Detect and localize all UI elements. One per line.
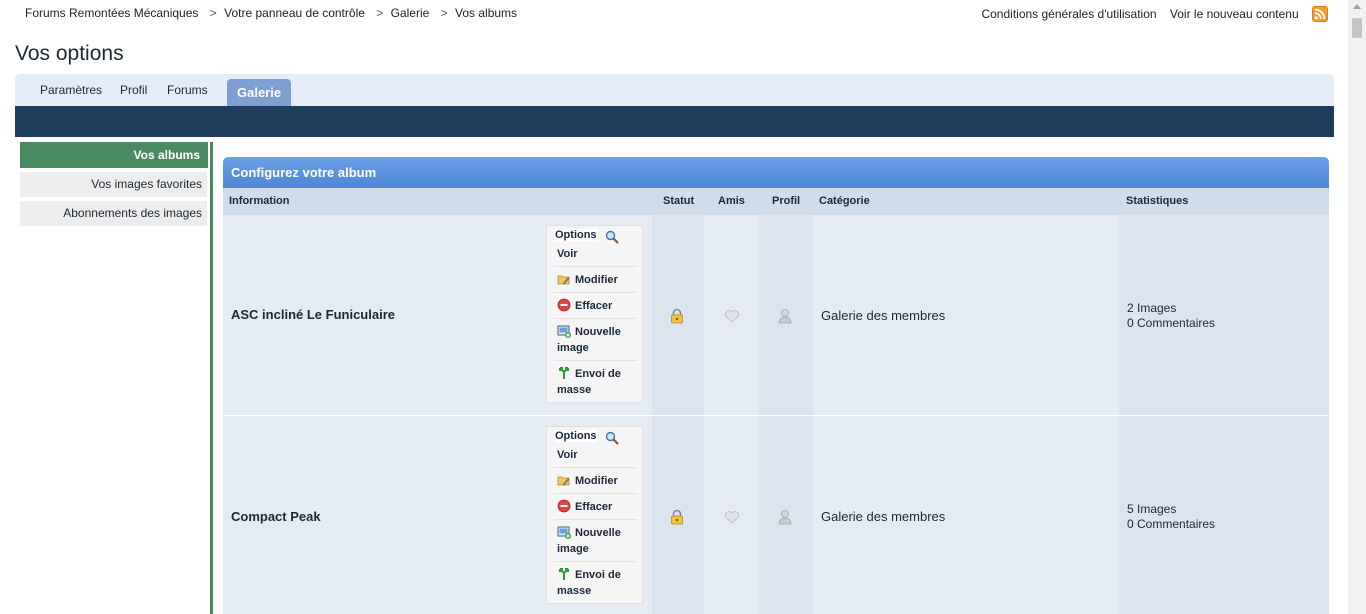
top-links: Conditions générales d'utilisation Voir … [971,6,1328,22]
options-menu: Options Voir Modifier Effacer Nouvelle im… [546,426,643,604]
lock-icon [671,509,683,525]
folder-edit-icon [557,476,570,486]
menu-new-image-label-2: image [557,342,589,354]
sidebar-item-subscriptions[interactable]: Abonnements des images [20,201,207,226]
album-category: Galerie des membres [821,509,946,524]
sidebar-rail [210,142,213,614]
album-category: Galerie des membres [821,308,946,323]
sidebar-item-vos-albums[interactable]: Vos albums [20,142,208,168]
sidebar: Vos albums Vos images favorites Abonneme… [15,137,213,614]
options-label: Options [554,430,598,442]
col-profil: Profil [772,195,801,207]
top-bar: Forums Remontées Mécaniques > Votre pann… [0,0,1348,28]
options-header[interactable]: Options [547,226,642,244]
sidebar-item-favorites[interactable]: Vos images favorites [20,172,207,197]
menu-mass-upload-label-2: masse [557,585,592,597]
album-stats: 2 Images 0 Commentaires [1127,301,1215,331]
profile-icon [778,309,792,324]
menu-item-view[interactable]: Voir [554,445,637,467]
tab-bar: Paramètres Profil Forums Galerie [15,74,1334,107]
album-comments-count: 0 Commentaires [1127,517,1216,531]
image-add-icon [557,526,571,539]
col-amis: Amis [718,195,745,207]
magnifier-icon[interactable] [605,230,619,244]
breadcrumb-separator: > [209,6,217,20]
mass-upload-icon [559,367,569,379]
menu-item-edit[interactable]: Modifier [554,266,637,292]
delete-icon [557,499,571,513]
delete-icon [557,298,571,312]
col-information: Information [229,195,290,207]
menu-view-label: Voir [557,248,578,260]
rss-icon[interactable] [1312,6,1328,22]
menu-view-label: Voir [557,449,578,461]
folder-edit-icon [557,275,570,285]
album-stats: 5 Images 0 Commentaires [1127,502,1215,532]
album-comments-count: 0 Commentaires [1127,316,1216,330]
table-row: Compact Peak Options Voir Modifier Effac… [223,416,1329,614]
panel-title: Configurez votre album [223,157,1329,188]
menu-item-mass-upload[interactable]: Envoi de masse [554,360,637,402]
options-menu: Options Voir Modifier Effacer Nouvelle im… [546,225,643,403]
page-title: Vos options [15,42,124,65]
nav-strip [15,106,1334,137]
menu-mass-upload-label-2: masse [557,384,592,396]
breadcrumb-separator: > [440,6,448,20]
lock-icon [671,308,683,324]
menu-item-delete[interactable]: Effacer [554,493,637,519]
breadcrumb-albums[interactable]: Vos albums [455,6,517,20]
album-images-count: 2 Images [1127,301,1177,315]
col-categorie: Catégorie [819,195,870,207]
menu-mass-upload-label-1: Envoi de [575,569,621,581]
menu-item-view[interactable]: Voir [554,244,637,266]
tab-galerie[interactable]: Galerie [227,79,292,107]
magnifier-icon[interactable] [605,431,619,445]
options-label: Options [554,229,598,241]
menu-new-image-label-2: image [557,543,589,555]
heart-icon [724,511,740,524]
table-header: Information Statut Amis Profil Catégorie… [223,188,1329,215]
menu-item-new-image[interactable]: Nouvelle image [554,519,637,561]
breadcrumb: Forums Remontées Mécaniques > Votre pann… [25,6,517,20]
menu-delete-label: Effacer [575,501,613,513]
profile-icon [778,510,792,525]
heart-icon [724,310,740,323]
menu-new-image-label-1: Nouvelle [575,326,621,338]
menu-edit-label: Modifier [575,274,618,286]
menu-item-mass-upload[interactable]: Envoi de masse [554,561,637,603]
tab-forums[interactable]: Forums [167,83,208,97]
breadcrumb-control-panel[interactable]: Votre panneau de contrôle [224,6,365,20]
breadcrumb-home[interactable]: Forums Remontées Mécaniques [25,6,198,20]
album-title[interactable]: ASC incliné Le Funiculaire [231,307,395,322]
menu-mass-upload-label-1: Envoi de [575,368,621,380]
scroll-thumb[interactable] [1352,18,1362,38]
options-header[interactable]: Options [547,427,642,445]
page-scrollbar[interactable] [1348,0,1366,614]
album-title[interactable]: Compact Peak [231,509,321,524]
tab-profil[interactable]: Profil [120,83,147,97]
menu-item-edit[interactable]: Modifier [554,467,637,493]
menu-item-delete[interactable]: Effacer [554,292,637,318]
menu-new-image-label-1: Nouvelle [575,527,621,539]
col-statut: Statut [663,195,695,207]
image-add-icon [557,325,571,338]
menu-edit-label: Modifier [575,475,618,487]
menu-delete-label: Effacer [575,300,613,312]
tab-parametres[interactable]: Paramètres [40,83,102,97]
scroll-up-arrow-icon[interactable] [1353,4,1361,9]
table-row: ASC incliné Le Funiculaire Options Voir … [223,215,1329,416]
col-statistiques: Statistiques [1126,195,1189,207]
breadcrumb-separator: > [376,6,384,20]
terms-link[interactable]: Conditions générales d'utilisation [981,7,1156,21]
breadcrumb-gallery[interactable]: Galerie [391,6,430,20]
album-images-count: 5 Images [1127,502,1177,516]
menu-item-new-image[interactable]: Nouvelle image [554,318,637,360]
new-content-link[interactable]: Voir le nouveau contenu [1170,7,1299,21]
album-panel: Configurez votre album Information Statu… [223,157,1329,614]
mass-upload-icon [559,568,569,580]
